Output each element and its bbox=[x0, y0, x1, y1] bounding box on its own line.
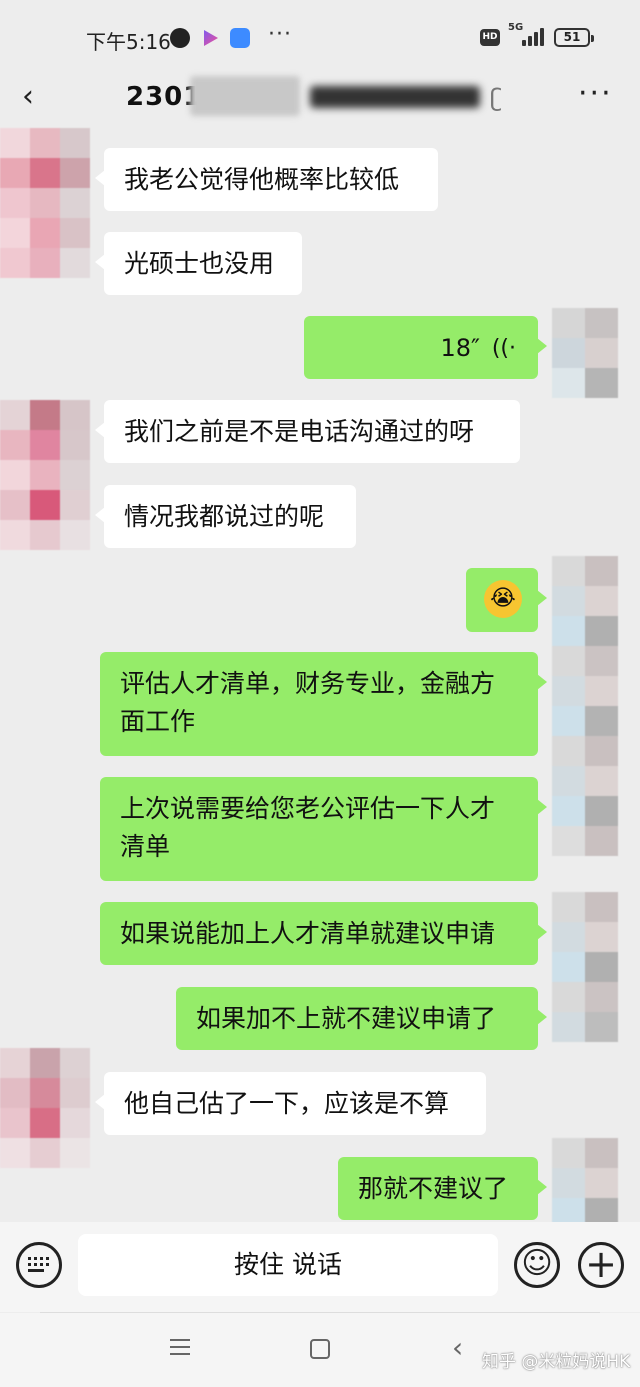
app-notification-icon bbox=[170, 28, 190, 48]
nav-back-icon[interactable]: ‹ bbox=[452, 1331, 463, 1364]
status-bar: 下午5:16 ··· HD 5G 51 bbox=[0, 0, 640, 70]
redacted-name bbox=[190, 76, 300, 116]
voice-wave-icon: ((· bbox=[491, 336, 516, 361]
message-text: 评估人才清单，财务专业，金融方面工作 bbox=[120, 669, 496, 736]
hd-badge: HD bbox=[480, 29, 500, 46]
message-text: 如果加不上就不建议申请了 bbox=[196, 1004, 497, 1033]
chat-header: ‹ 2301 ʗ ··· bbox=[0, 70, 640, 126]
video-app-icon bbox=[204, 30, 218, 46]
system-nav-bar: ‹ 知乎 @米粒妈说HK bbox=[0, 1313, 640, 1387]
contact-avatar[interactable] bbox=[0, 400, 90, 560]
more-notifications-icon: ··· bbox=[268, 22, 292, 47]
message-text: 那就不建议了 bbox=[358, 1174, 509, 1203]
message-text: 如果说能加上人才清单就建议申请 bbox=[120, 919, 496, 948]
hold-to-talk-button[interactable]: 按住 说话 bbox=[78, 1234, 498, 1296]
message-app-icon bbox=[230, 28, 250, 48]
message-bubble-incoming[interactable]: 他自己估了一下，应该是不算 bbox=[95, 1072, 486, 1135]
message-bubble-outgoing[interactable]: 如果说能加上人才清单就建议申请 bbox=[100, 902, 547, 965]
message-bubble-outgoing[interactable]: 如果加不上就不建议申请了 bbox=[176, 987, 547, 1050]
message-bubble-outgoing[interactable]: 上次说需要给您老公评估一下人才清单 bbox=[100, 777, 547, 881]
voice-message-bubble[interactable]: 18″ ((· bbox=[304, 316, 547, 379]
message-bubble-incoming[interactable]: 光硕士也没用 bbox=[95, 232, 302, 295]
my-avatar[interactable] bbox=[552, 556, 618, 856]
message-bubble-outgoing[interactable]: 评估人才清单，财务专业，金融方面工作 bbox=[100, 652, 547, 756]
message-text: 我们之前是不是电话沟通过的呀 bbox=[124, 417, 475, 446]
message-bubble-outgoing[interactable]: 那就不建议了 bbox=[338, 1157, 547, 1220]
chat-more-icon[interactable]: ··· bbox=[578, 76, 613, 111]
voice-duration: 18″ bbox=[440, 334, 480, 362]
message-bubble-incoming[interactable]: 我老公觉得他概率比较低 bbox=[95, 148, 438, 211]
contact-avatar[interactable] bbox=[0, 128, 90, 288]
status-time: 下午5:16 bbox=[86, 30, 171, 54]
my-avatar[interactable] bbox=[552, 308, 618, 404]
network-type: 5G bbox=[508, 22, 524, 33]
chat-input-bar: 按住 说话 ☺ + bbox=[0, 1222, 640, 1312]
emoji-picker-icon[interactable]: ☺ bbox=[514, 1242, 560, 1288]
more-actions-plus-icon[interactable]: + bbox=[578, 1242, 624, 1288]
watermark: 知乎 @米粒妈说HK bbox=[482, 1352, 631, 1372]
home-icon[interactable] bbox=[310, 1339, 330, 1359]
message-bubble-incoming[interactable]: 情况我都说过的呢 bbox=[95, 485, 356, 548]
crying-laughing-emoji-icon: 😭 bbox=[484, 580, 522, 618]
back-icon[interactable]: ‹ bbox=[22, 82, 44, 112]
message-text: 光硕士也没用 bbox=[124, 249, 275, 278]
redacted-name-tail bbox=[310, 86, 480, 108]
message-bubble-incoming[interactable]: 我们之前是不是电话沟通过的呀 bbox=[95, 400, 520, 463]
battery-icon: 51 bbox=[554, 28, 594, 47]
message-text: 他自己估了一下，应该是不算 bbox=[124, 1089, 450, 1118]
message-text: 情况我都说过的呢 bbox=[124, 502, 325, 531]
my-avatar[interactable] bbox=[552, 892, 618, 1052]
earpiece-mode-icon: ʗ bbox=[490, 84, 503, 112]
recent-apps-icon[interactable] bbox=[170, 1339, 190, 1357]
contact-avatar[interactable] bbox=[0, 1048, 90, 1176]
my-avatar[interactable] bbox=[552, 1138, 618, 1228]
keyboard-toggle-icon[interactable] bbox=[16, 1242, 62, 1288]
message-text: 上次说需要给您老公评估一下人才清单 bbox=[120, 794, 496, 861]
emoji-message-bubble[interactable]: 😭 bbox=[466, 568, 547, 632]
signal-icon bbox=[522, 28, 548, 46]
message-text: 我老公觉得他概率比较低 bbox=[124, 165, 400, 194]
